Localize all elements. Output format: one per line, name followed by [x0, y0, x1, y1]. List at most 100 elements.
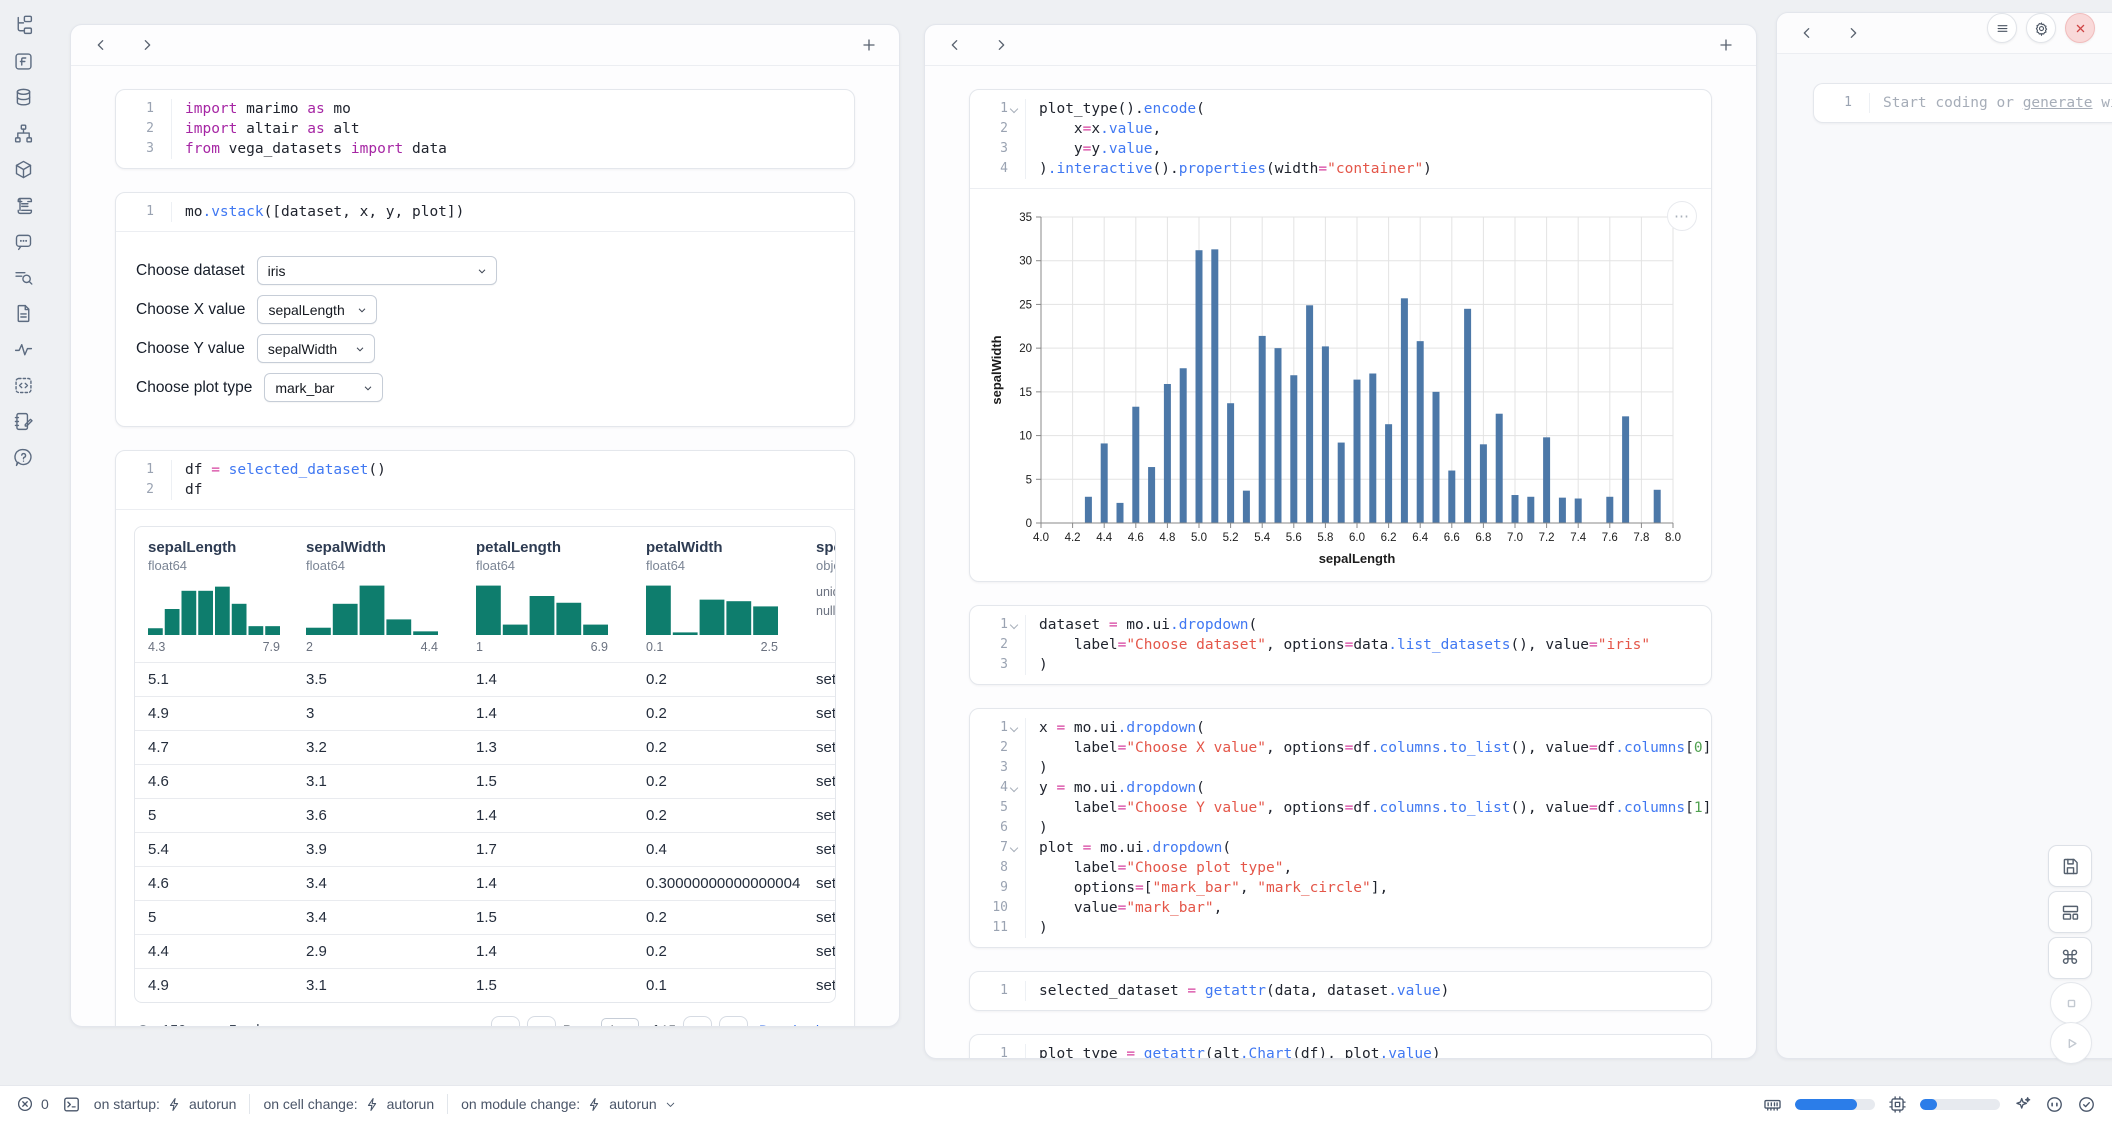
- code-editor[interactable]: 1mo.vstack([dataset, x, y, plot]): [116, 193, 854, 231]
- code-line[interactable]: 4y = mo.ui.dropdown(: [970, 778, 1711, 798]
- download-button[interactable]: Download: [759, 1023, 834, 1027]
- chevron-left-icon[interactable]: [1799, 25, 1815, 41]
- cell-selected-dataset[interactable]: 1selected_dataset = getattr(data, datase…: [969, 971, 1712, 1011]
- chat-icon[interactable]: [13, 230, 35, 252]
- error-counter[interactable]: 0: [16, 1095, 49, 1113]
- dependency-graph-icon[interactable]: [13, 122, 35, 144]
- last-page-button[interactable]: [719, 1016, 748, 1027]
- code-editor[interactable]: 1import marimo as mo2import altair as al…: [116, 90, 854, 168]
- settings-button[interactable]: [2026, 13, 2056, 43]
- bar-chart[interactable]: 051015202530354.04.24.44.64.85.05.25.45.…: [982, 199, 1699, 573]
- code-line[interactable]: 3): [970, 758, 1711, 778]
- code-line[interactable]: 2 label="Choose X value", options=df.col…: [970, 738, 1711, 758]
- column-header[interactable]: petalLengthfloat6416.9: [463, 539, 633, 654]
- table-row[interactable]: 4.63.41.40.30000000000000004setos: [135, 866, 835, 900]
- stop-button[interactable]: [2050, 982, 2092, 1024]
- save-button[interactable]: [2048, 845, 2092, 887]
- table-row[interactable]: 4.42.91.40.2setos: [135, 934, 835, 968]
- chart-actions-icon[interactable]: ⋯: [1667, 201, 1697, 231]
- code-line[interactable]: 1x = mo.ui.dropdown(: [970, 718, 1711, 738]
- code-line[interactable]: 8 label="Choose plot type",: [970, 858, 1711, 878]
- code-line[interactable]: 1import marimo as mo: [116, 99, 854, 119]
- chevron-right-icon[interactable]: [993, 37, 1009, 53]
- code-line[interactable]: 2 x=x.value,: [970, 119, 1711, 139]
- column-header[interactable]: speciobjecuniqunulls:: [803, 539, 835, 654]
- column-header[interactable]: sepalWidthfloat6424.4: [293, 539, 463, 654]
- cell-dataset-dropdown[interactable]: 1dataset = mo.ui.dropdown(2 label="Choos…: [969, 605, 1712, 685]
- code-line[interactable]: 1mo.vstack([dataset, x, y, plot]): [116, 202, 854, 222]
- table-row[interactable]: 4.93.11.50.1setos: [135, 968, 835, 1002]
- chevron-right-icon[interactable]: [139, 37, 155, 53]
- code-line[interactable]: 9 options=["mark_bar", "mark_circle"],: [970, 878, 1711, 898]
- cell-imports[interactable]: 1import marimo as mo2import altair as al…: [115, 89, 855, 169]
- on-startup-setting[interactable]: on startup: autorun: [94, 1096, 237, 1112]
- menu-button[interactable]: [1987, 13, 2017, 43]
- database-icon[interactable]: [13, 86, 35, 108]
- search-icon[interactable]: [136, 1023, 152, 1028]
- cell-xy-plot-dropdowns[interactable]: 1x = mo.ui.dropdown(2 label="Choose X va…: [969, 708, 1712, 948]
- tracing-icon[interactable]: [13, 338, 35, 360]
- table-row[interactable]: 53.41.50.2setos: [135, 900, 835, 934]
- scratchpad-icon[interactable]: [13, 410, 35, 432]
- terminal-button[interactable]: [62, 1095, 81, 1114]
- prev-page-button[interactable]: [527, 1016, 556, 1027]
- table-row[interactable]: 4.73.21.30.2setos: [135, 730, 835, 764]
- code-editor[interactable]: 1x = mo.ui.dropdown(2 label="Choose X va…: [970, 709, 1711, 947]
- help-icon[interactable]: [13, 446, 35, 468]
- cell-plot-type[interactable]: 1plot_type = getattr(alt.Chart(df), plot…: [969, 1034, 1712, 1059]
- close-button[interactable]: [2065, 13, 2095, 43]
- code-line[interactable]: 2import altair as alt: [116, 119, 854, 139]
- code-editor[interactable]: 1dataset = mo.ui.dropdown(2 label="Choos…: [970, 606, 1711, 684]
- add-column-icon[interactable]: [1718, 37, 1734, 53]
- code-line[interactable]: 1df = selected_dataset(): [116, 460, 854, 480]
- page-select[interactable]: 1: [601, 1018, 639, 1028]
- file-explorer-icon[interactable]: [13, 14, 35, 36]
- table-row[interactable]: 5.13.51.40.2setos: [135, 662, 835, 696]
- fold-chevron-icon[interactable]: [1011, 106, 1018, 113]
- cell-chart[interactable]: 1plot_type().encode(2 x=x.value,3 y=y.va…: [969, 89, 1712, 582]
- generate-link[interactable]: generate: [2023, 95, 2093, 111]
- fold-chevron-icon[interactable]: [1011, 725, 1018, 732]
- on-cell-change-setting[interactable]: on cell change: autorun: [263, 1096, 434, 1112]
- fold-chevron-icon[interactable]: [1011, 622, 1018, 629]
- cell-dataframe[interactable]: 1df = selected_dataset()2df sepalLengthf…: [115, 450, 855, 1027]
- code-line[interactable]: 3 y=y.value,: [970, 139, 1711, 159]
- command-palette-button[interactable]: ⌘: [2048, 937, 2092, 979]
- code-editor[interactable]: 1plot_type = getattr(alt.Chart(df), plot…: [970, 1035, 1711, 1059]
- code-line[interactable]: 2df: [116, 480, 854, 500]
- next-page-button[interactable]: [683, 1016, 712, 1027]
- first-page-button[interactable]: [491, 1016, 520, 1027]
- search-logs-icon[interactable]: [13, 266, 35, 288]
- code-line[interactable]: 1selected_dataset = getattr(data, datase…: [970, 981, 1711, 1001]
- table-row[interactable]: 5.43.91.70.4setos: [135, 832, 835, 866]
- chevron-left-icon[interactable]: [93, 37, 109, 53]
- fold-chevron-icon[interactable]: [1011, 845, 1018, 852]
- run-button[interactable]: [2050, 1022, 2092, 1064]
- on-module-change-setting[interactable]: on module change: autorun: [461, 1096, 677, 1112]
- chevron-right-icon[interactable]: [1845, 25, 1861, 41]
- code-line[interactable]: 11): [970, 918, 1711, 938]
- chevron-left-icon[interactable]: [947, 37, 963, 53]
- documentation-icon[interactable]: [13, 302, 35, 324]
- code-line[interactable]: 1dataset = mo.ui.dropdown(: [970, 615, 1711, 635]
- code-line[interactable]: 7plot = mo.ui.dropdown(: [970, 838, 1711, 858]
- vega-bar-chart[interactable]: 051015202530354.04.24.44.64.85.05.25.45.…: [985, 203, 1697, 571]
- column-header[interactable]: sepalLengthfloat644.37.9: [135, 539, 293, 654]
- layout-button[interactable]: [2048, 891, 2092, 933]
- code-line[interactable]: 3from vega_datasets import data: [116, 139, 854, 159]
- packages-icon[interactable]: [13, 158, 35, 180]
- code-line[interactable]: 3): [970, 655, 1711, 675]
- code-editor[interactable]: 1df = selected_dataset()2df: [116, 451, 854, 509]
- copilot-icon[interactable]: [2045, 1095, 2064, 1114]
- code-line[interactable]: 5 label="Choose Y value", options=df.col…: [970, 798, 1711, 818]
- snippets-icon[interactable]: [13, 374, 35, 396]
- cell-vstack[interactable]: 1mo.vstack([dataset, x, y, plot]) Choose…: [115, 192, 855, 427]
- connection-status-icon[interactable]: [2077, 1095, 2096, 1114]
- code-line[interactable]: 10 value="mark_bar",: [970, 898, 1711, 918]
- code-line[interactable]: 2 label="Choose dataset", options=data.l…: [970, 635, 1711, 655]
- ai-sparkles-icon[interactable]: [2013, 1095, 2032, 1114]
- dropdown-select[interactable]: mark_bar: [264, 373, 383, 402]
- functions-icon[interactable]: [13, 50, 35, 72]
- code-line[interactable]: 1plot_type = getattr(alt.Chart(df), plot…: [970, 1044, 1711, 1059]
- table-row[interactable]: 53.61.40.2setos: [135, 798, 835, 832]
